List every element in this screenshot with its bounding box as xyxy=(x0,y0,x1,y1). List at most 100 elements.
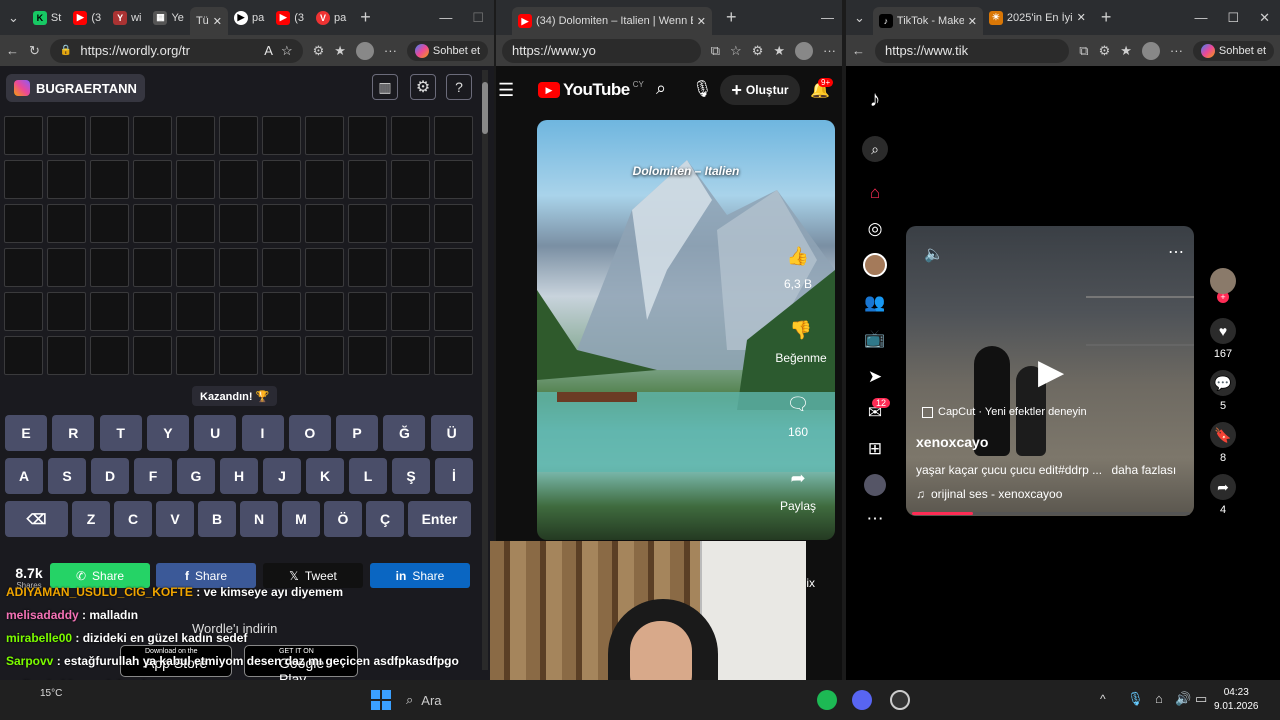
key-ü[interactable]: Ü xyxy=(430,415,473,451)
key-ğ[interactable]: Ğ xyxy=(383,415,426,451)
spotify-icon[interactable] xyxy=(817,690,837,710)
favorites-icon[interactable]: ★ xyxy=(334,43,346,59)
key-a[interactable]: A xyxy=(5,458,43,494)
video-progress[interactable] xyxy=(912,512,1190,515)
read-aloud-icon[interactable]: A xyxy=(264,43,273,58)
back-icon[interactable]: ← xyxy=(852,43,865,58)
more-icon[interactable]: ··· xyxy=(1170,43,1183,58)
key-u[interactable]: U xyxy=(194,415,237,451)
profile-avatar-icon[interactable] xyxy=(862,472,888,498)
clock[interactable]: 04:23 9.01.2026 xyxy=(1214,686,1259,714)
following-avatar-icon[interactable] xyxy=(862,252,888,278)
key-v[interactable]: V xyxy=(156,501,194,537)
more-icon[interactable]: ··· xyxy=(384,43,397,58)
close-tab-icon[interactable]: ✕ xyxy=(213,15,222,28)
key-r[interactable]: R xyxy=(52,415,95,451)
live-icon[interactable]: 📺 xyxy=(862,326,888,352)
tray-chevron-icon[interactable]: ^ xyxy=(1100,692,1106,706)
key-i̇[interactable]: İ xyxy=(435,458,473,494)
home-icon[interactable]: ⌂ xyxy=(862,180,888,206)
key-e[interactable]: E xyxy=(5,415,47,451)
tab-8[interactable]: Vpa xyxy=(310,4,352,32)
tab-menu-icon[interactable]: ⌄ xyxy=(0,10,27,26)
settings-icon[interactable]: ⚙ xyxy=(410,74,436,100)
send-icon[interactable]: ➤ xyxy=(862,364,888,390)
taskbar-search[interactable]: ⌕ Ara xyxy=(400,686,490,714)
explore-icon[interactable]: ◎ xyxy=(862,216,888,242)
more-icon[interactable]: ⋯ xyxy=(862,506,888,532)
tab-1[interactable]: K St xyxy=(27,4,67,32)
key-k[interactable]: K xyxy=(306,458,344,494)
video-options-icon[interactable]: ⋯ xyxy=(1168,242,1184,262)
close-window-icon[interactable]: ✕ xyxy=(1249,10,1280,26)
author-avatar[interactable]: + xyxy=(1206,268,1240,303)
like-button[interactable]: 👍 6,3 B xyxy=(768,246,828,291)
key-z[interactable]: Z xyxy=(72,501,110,537)
copilot-button[interactable]: Sohbet et xyxy=(1192,40,1274,61)
favorite-star-icon[interactable]: ☆ xyxy=(730,43,742,59)
volume-icon[interactable]: 🔊 xyxy=(1175,691,1191,707)
share-button[interactable]: ➦ 4 xyxy=(1206,474,1240,516)
video-sound[interactable]: ♫ orijinal ses - xenoxcayoo xyxy=(916,487,1062,501)
obs-icon[interactable] xyxy=(890,690,910,710)
split-screen-icon[interactable]: ⧉ xyxy=(1079,43,1088,59)
key-ç[interactable]: Ç xyxy=(366,501,404,537)
help-icon[interactable]: ? xyxy=(446,74,472,100)
key-m[interactable]: M xyxy=(282,501,320,537)
hamburger-menu-icon[interactable]: ☰ xyxy=(498,80,514,101)
upload-icon[interactable]: ⊞ xyxy=(862,436,888,462)
url-field[interactable]: https://www.tik xyxy=(875,38,1070,63)
stats-icon[interactable]: ▥ xyxy=(372,74,398,100)
favorites-icon[interactable]: ★ xyxy=(773,43,785,59)
extensions-icon[interactable]: ⚙ xyxy=(752,43,764,59)
capcut-banner[interactable]: CapCut · Yeni efektler deneyin xyxy=(922,406,1087,418)
new-tab-icon[interactable]: + xyxy=(1093,7,1120,28)
windows-start-button[interactable] xyxy=(371,690,391,710)
close-tab-icon[interactable]: ✕ xyxy=(968,15,977,28)
favorite-star-icon[interactable]: ☆ xyxy=(281,43,293,59)
like-button[interactable]: ♥ 167 xyxy=(1206,318,1240,360)
key-o[interactable]: O xyxy=(288,415,331,451)
search-icon[interactable]: ⌕ xyxy=(862,136,888,162)
key-j[interactable]: J xyxy=(263,458,301,494)
enter-key[interactable]: Enter xyxy=(408,501,471,537)
key-h[interactable]: H xyxy=(220,458,258,494)
battery-icon[interactable]: ▭ xyxy=(1195,691,1207,707)
close-tab-icon[interactable]: ✕ xyxy=(1077,11,1086,24)
key-ş[interactable]: Ş xyxy=(392,458,430,494)
key-s[interactable]: S xyxy=(48,458,86,494)
microphone-icon[interactable]: 🎙 xyxy=(692,79,712,99)
create-button[interactable]: + Oluştur xyxy=(720,75,800,105)
extensions-icon[interactable]: ⚙ xyxy=(1099,43,1111,59)
search-icon[interactable]: ⌕ xyxy=(656,78,666,99)
key-y[interactable]: Y xyxy=(146,415,189,451)
key-ö[interactable]: Ö xyxy=(324,501,362,537)
refresh-icon[interactable]: ↻ xyxy=(29,43,40,59)
volume-icon[interactable]: 🔈 xyxy=(924,244,944,264)
discord-icon[interactable] xyxy=(852,690,872,710)
youtube-logo[interactable]: ▶ YouTube CY xyxy=(538,80,644,100)
network-icon[interactable]: ⌂ xyxy=(1155,691,1163,706)
maximize-icon[interactable]: ☐ xyxy=(462,10,494,26)
profile-icon[interactable] xyxy=(355,41,374,60)
tab-tiktok-active[interactable]: ♪ TikTok - Make ✕ xyxy=(872,7,983,35)
back-icon[interactable]: ← xyxy=(6,43,19,58)
key-n[interactable]: N xyxy=(240,501,278,537)
save-button[interactable]: 🔖 8 xyxy=(1206,422,1240,464)
tab-3[interactable]: Ywi xyxy=(107,4,147,32)
key-c[interactable]: C xyxy=(114,501,152,537)
tab-4[interactable]: ▦ Ye xyxy=(147,4,189,32)
favorites-icon[interactable]: ★ xyxy=(1120,43,1132,59)
key-t[interactable]: T xyxy=(99,415,142,451)
key-i[interactable]: I xyxy=(241,415,284,451)
tiktok-logo-icon[interactable]: ♪ xyxy=(862,86,888,112)
share-button[interactable]: ➦ Paylaş xyxy=(768,468,828,513)
tab-2[interactable]: ☀ 2025'in En İyi ✕ xyxy=(983,4,1093,32)
play-icon[interactable]: ▶ xyxy=(1038,352,1064,392)
key-b[interactable]: B xyxy=(198,501,236,537)
backspace-key[interactable]: ⌫ xyxy=(5,501,68,537)
key-l[interactable]: L xyxy=(349,458,387,494)
linkedin-share-button[interactable]: in Share xyxy=(370,563,470,588)
tab-2[interactable]: ▶ (3 xyxy=(67,4,107,32)
minimize-icon[interactable]: — xyxy=(429,10,462,25)
